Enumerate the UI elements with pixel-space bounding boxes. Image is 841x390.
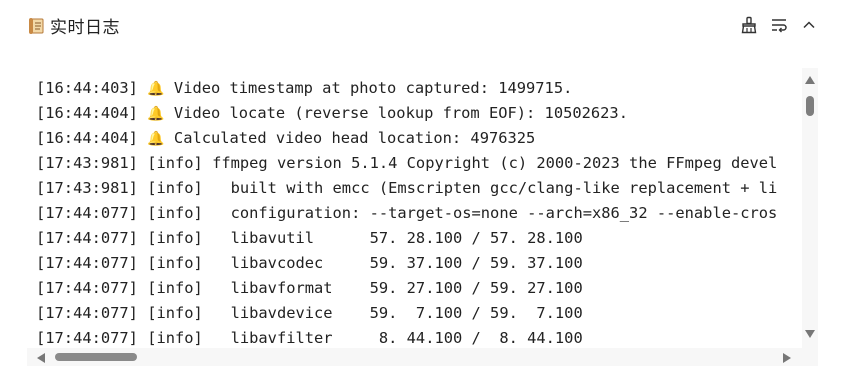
vertical-scroll-thumb[interactable]	[806, 96, 814, 116]
log-line: [17:43:981] [info] built with emcc (Emsc…	[36, 176, 777, 201]
log-viewport[interactable]: [16:44:403] 🔔 Video timestamp at photo c…	[27, 68, 802, 348]
log-message: [info] libavcodec 59. 37.100 / 59. 37.10…	[147, 254, 583, 272]
log-message: Video timestamp at photo captured: 14997…	[164, 79, 573, 97]
log-message: [info] libavutil 57. 28.100 / 57. 28.100	[147, 229, 583, 247]
log-line: [17:44:077] [info] libavdevice 59. 7.100…	[36, 301, 777, 326]
horizontal-scroll-thumb[interactable]	[55, 353, 137, 361]
bell-icon: 🔔	[147, 131, 165, 147]
panel-title: 实时日志	[50, 18, 120, 38]
bell-icon: 🔔	[147, 81, 165, 97]
log-line: [17:43:981] [info] ffmpeg version 5.1.4 …	[36, 151, 777, 176]
scroll-up-arrow-icon[interactable]	[805, 76, 815, 84]
vertical-scrollbar[interactable]	[802, 68, 818, 348]
log-timestamp: [16:44:404]	[36, 129, 138, 147]
log-message: [info] built with emcc (Emscripten gcc/c…	[147, 179, 778, 197]
scroll-left-arrow-icon[interactable]	[37, 353, 45, 363]
scroll-down-arrow-icon[interactable]	[805, 330, 815, 338]
log-timestamp: [16:44:403]	[36, 79, 138, 97]
log-timestamp: [17:44:077]	[36, 229, 138, 247]
log-message: [info] configuration: --target-os=none -…	[147, 204, 778, 222]
log-timestamp: [17:43:981]	[36, 179, 138, 197]
log-line: [16:44:404] 🔔 Video locate (reverse look…	[36, 101, 777, 126]
log-message: Video locate (reverse lookup from EOF): …	[164, 104, 628, 122]
panel-title-group: 实时日志	[27, 13, 120, 38]
collapse-button[interactable]	[798, 14, 820, 36]
log-line: [16:44:403] 🔔 Video timestamp at photo c…	[36, 76, 777, 101]
log-panel-header: 实时日志	[0, 0, 841, 50]
chevron-up-icon	[803, 21, 815, 29]
scroll-right-arrow-icon[interactable]	[783, 353, 791, 363]
log-line: [17:44:077] [info] libavutil 57. 28.100 …	[36, 226, 777, 251]
log-line: [16:44:404] 🔔 Calculated video head loca…	[36, 126, 777, 151]
log-line: [17:44:077] [info] libavcodec 59. 37.100…	[36, 251, 777, 276]
wrap-lines-button[interactable]	[768, 14, 790, 36]
log-lines: [16:44:403] 🔔 Video timestamp at photo c…	[36, 76, 777, 348]
bell-icon: 🔔	[147, 106, 165, 122]
log-timestamp: [17:44:077]	[36, 204, 138, 222]
log-line: [17:44:077] [info] libavformat 59. 27.10…	[36, 276, 777, 301]
log-message: [info] libavdevice 59. 7.100 / 59. 7.100	[147, 304, 583, 322]
log-timestamp: [17:44:077]	[36, 279, 138, 297]
log-message: [info] ffmpeg version 5.1.4 Copyright (c…	[147, 154, 778, 172]
scroll-icon	[27, 16, 47, 36]
log-line: [17:44:077] [info] libavfilter 8. 44.100…	[36, 326, 777, 348]
log-line: [17:44:077] [info] configuration: --targ…	[36, 201, 777, 226]
log-timestamp: [17:44:077]	[36, 254, 138, 272]
log-message: [info] libavfilter 8. 44.100 / 8. 44.100	[147, 329, 583, 347]
log-message: [info] libavformat 59. 27.100 / 59. 27.1…	[147, 279, 583, 297]
log-timestamp: [17:44:077]	[36, 304, 138, 322]
wrap-text-icon	[772, 19, 787, 33]
log-timestamp: [16:44:404]	[36, 104, 138, 122]
horizontal-scrollbar[interactable]	[27, 348, 818, 366]
broom-icon	[741, 16, 757, 34]
log-timestamp: [17:43:981]	[36, 154, 138, 172]
clear-logs-button[interactable]	[738, 14, 760, 36]
log-timestamp: [17:44:077]	[36, 329, 138, 347]
log-message: Calculated video head location: 4976325	[164, 129, 536, 147]
